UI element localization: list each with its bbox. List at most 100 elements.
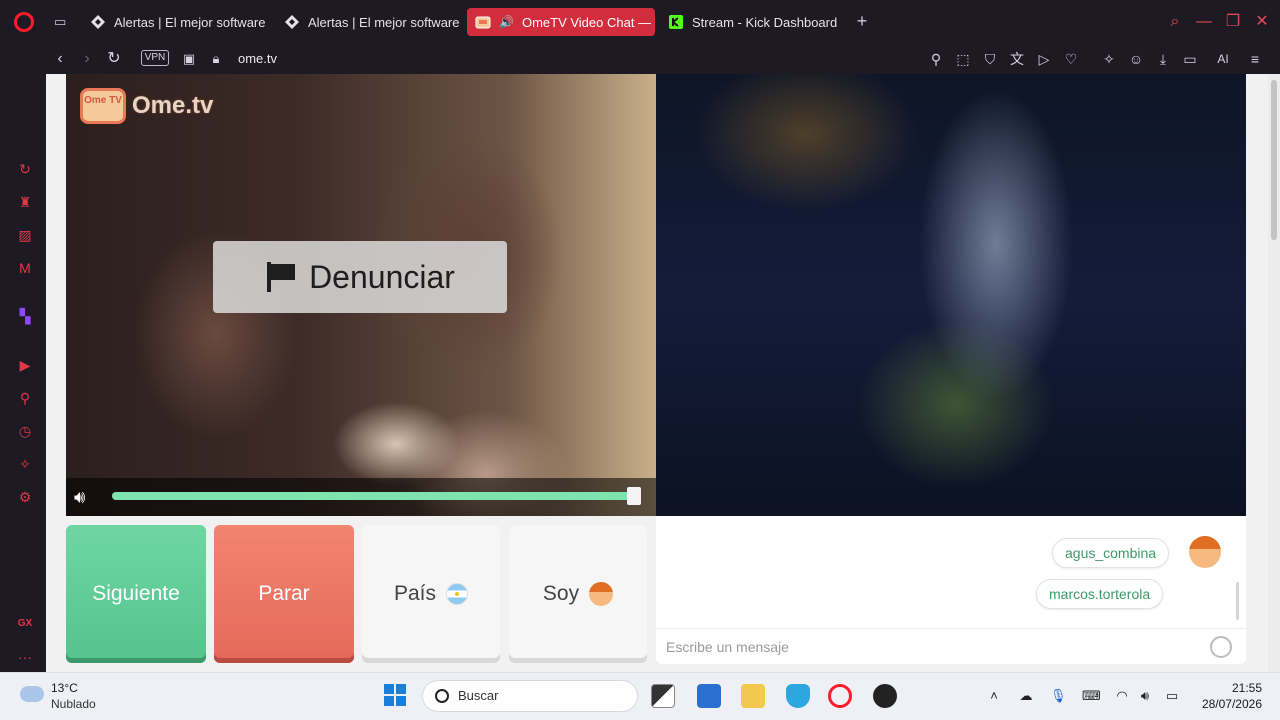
gx-label[interactable]: GX (16, 615, 34, 633)
chat-input-area (656, 628, 1246, 664)
settings-icon[interactable]: ⚙ (16, 488, 34, 506)
kick-icon (669, 15, 683, 29)
lock-icon[interactable]: 🔒︎ (206, 49, 226, 69)
address-bar: ‹ › ↻ VPN ▣ 🔒︎ ome.tv ⚲ ⬚ ⛉ 文 ▷ ♡ ✧ ☺ ⤓ … (0, 44, 1280, 74)
next-button[interactable]: Siguiente (66, 525, 206, 663)
cloud-icon[interactable] (20, 686, 44, 702)
extensions-sidebar-icon[interactable]: ✧ (16, 455, 34, 473)
file-explorer-icon[interactable] (741, 684, 765, 708)
ai-label: AI (1217, 52, 1229, 66)
opera-menu-icon[interactable] (14, 12, 34, 32)
wifi-icon[interactable]: ◠ (1114, 688, 1130, 704)
speaker-tray-icon[interactable]: 🔊︎ (1137, 688, 1153, 704)
tab-alertas-2[interactable]: Alertas | El mejor software p (276, 8, 460, 36)
battery-icon[interactable]: ▭ (1164, 688, 1180, 704)
battery-saver-icon[interactable]: ▭ (1181, 50, 1199, 68)
onedrive-icon[interactable]: ☁ (1018, 688, 1034, 704)
pin-icon[interactable]: ⚲ (927, 50, 945, 68)
speaker-icon[interactable]: 🔊 (499, 15, 514, 29)
report-button[interactable]: Denunciar (213, 241, 507, 313)
new-tab-icon[interactable]: + (852, 12, 872, 32)
task-view-icon[interactable] (651, 684, 675, 708)
boy-avatar-icon (1189, 536, 1221, 568)
menu-icon[interactable]: ≡ (1246, 50, 1264, 68)
more-icon[interactable]: ··· (16, 648, 34, 666)
search-icon (435, 689, 449, 703)
defender-icon[interactable] (786, 684, 810, 708)
send-icon[interactable]: ▷ (1035, 50, 1053, 68)
camera-icon[interactable]: ▣ (179, 49, 199, 69)
forward-icon[interactable]: › (77, 49, 97, 69)
country-button[interactable]: País (362, 525, 500, 663)
logo-badge: Ome TV (80, 88, 126, 124)
streamlabs-icon (285, 15, 299, 29)
clock-date[interactable]: 28/07/2026 (1196, 697, 1262, 711)
stop-label: Parar (258, 582, 310, 605)
start-icon[interactable] (384, 684, 406, 706)
keyboard-icon[interactable]: ⌨ (1082, 688, 1101, 704)
back-icon[interactable]: ‹ (50, 49, 70, 69)
browser-sidebar: ↻ ♜ ▨ M ▚ ▶ ⚲ ◷ ✧ ⚙ GX ··· (0, 74, 48, 672)
flag-icon (265, 262, 296, 292)
microphone-icon[interactable]: 🎙︎ (1050, 688, 1067, 704)
extensions-icon[interactable]: ✧ (1100, 50, 1118, 68)
clock-time[interactable]: 21:55 (1222, 681, 1262, 695)
gx-control-icon[interactable]: ↻ (16, 160, 34, 178)
store-icon[interactable] (697, 684, 721, 708)
page-scrollbar-thumb[interactable] (1271, 80, 1277, 240)
tray-overflow-icon[interactable]: ˄ (986, 688, 1002, 704)
gmail-icon[interactable]: M (16, 259, 34, 277)
search-tabs-icon[interactable]: ⌕ (1165, 12, 1185, 32)
weather-desc[interactable]: Nublado (51, 697, 96, 711)
volume-icon[interactable]: 🔊︎ (74, 486, 104, 508)
obs-icon[interactable] (873, 684, 897, 708)
country-label: País (393, 582, 437, 605)
tab-ometv[interactable]: 🔊 OmeTV Video Chat — C (467, 8, 655, 36)
ai-button[interactable]: AI (1208, 50, 1238, 68)
tab-title: Stream - Kick Dashboard (692, 14, 838, 30)
taskbar-search[interactable]: Buscar (422, 680, 638, 712)
report-label: Denunciar (309, 258, 455, 295)
tab-alertas-1[interactable]: Alertas | El mejor software p (82, 8, 268, 36)
weather-temp[interactable]: 13°C (51, 681, 78, 695)
gx-cleaner-icon[interactable]: ♜ (16, 193, 34, 211)
twitch-icon[interactable]: ▚ (16, 307, 34, 325)
download-icon[interactable]: ⤓ (1154, 50, 1172, 68)
chat-message: marcos.torterola (1036, 579, 1164, 609)
chat-message: agus_combina (1052, 538, 1170, 568)
history-icon[interactable]: ◷ (16, 422, 34, 440)
volume-fill (112, 492, 632, 500)
heart-icon[interactable]: ♡ (1062, 50, 1080, 68)
volume-slider[interactable] (112, 492, 632, 500)
stop-button[interactable]: Parar (214, 525, 354, 663)
logo-text: Ome.tv (132, 92, 214, 119)
discord-icon[interactable]: ▨ (16, 226, 34, 244)
chat-scrollbar[interactable] (1236, 582, 1239, 620)
volume-handle[interactable] (627, 487, 641, 505)
vpn-badge[interactable]: VPN (141, 50, 169, 66)
pinboard-icon[interactable]: ⚲ (16, 389, 34, 407)
snapshot-icon[interactable]: ⬚ (954, 50, 972, 68)
player-icon[interactable]: ▶ (16, 356, 34, 374)
account-icon[interactable]: ☺ (1127, 50, 1145, 68)
search-label: Buscar (458, 688, 499, 703)
streamlabs-icon (91, 15, 105, 29)
url-field[interactable]: ome.tv (238, 49, 277, 69)
message-input[interactable] (666, 635, 1186, 659)
reload-icon[interactable]: ↻ (104, 49, 124, 69)
gender-button[interactable]: Soy (509, 525, 647, 663)
tab-bar: ▭ Alertas | El mejor software p Alertas … (0, 0, 1280, 44)
emoji-icon[interactable] (1210, 636, 1232, 658)
tab-kick[interactable]: Stream - Kick Dashboard (660, 8, 848, 36)
close-icon[interactable]: ✕ (1252, 12, 1272, 32)
shield-icon[interactable]: ⛉ (981, 50, 999, 68)
translate-icon[interactable]: 文 (1008, 50, 1026, 68)
tab-manager-icon[interactable]: ▭ (54, 14, 70, 30)
opera-gx-icon[interactable] (828, 684, 852, 708)
tab-title: Alertas | El mejor software p (308, 14, 460, 30)
minimize-icon[interactable]: — (1194, 12, 1214, 32)
maximize-icon[interactable]: ❐ (1223, 12, 1243, 32)
ometv-logo: Ome TV Ome.tv (80, 88, 213, 124)
ometv-icon (475, 16, 491, 29)
tab-title: Alertas | El mejor software p (114, 14, 268, 30)
